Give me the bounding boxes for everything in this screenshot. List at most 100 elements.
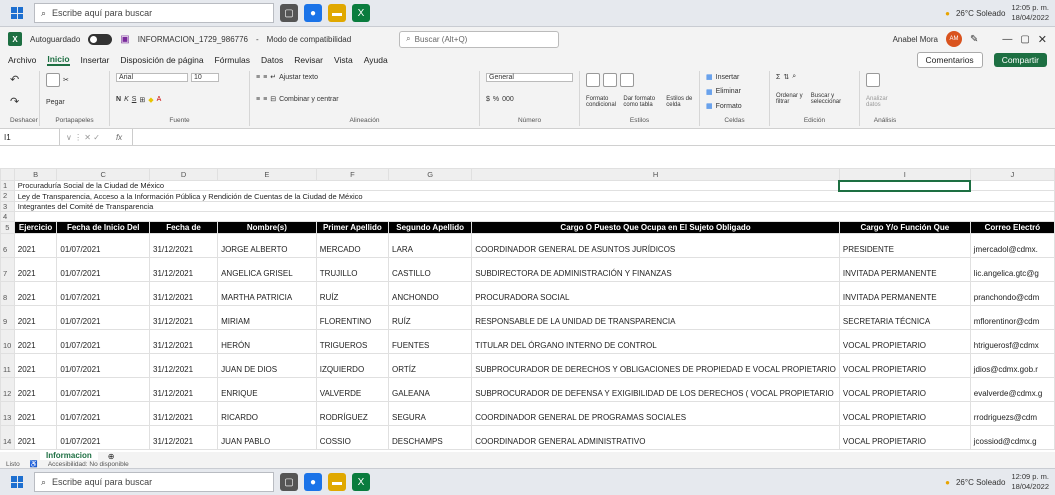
excel-taskbar-icon[interactable]: X: [352, 473, 370, 491]
table-cell[interactable]: 31/12/2021: [148, 400, 219, 426]
table-cell[interactable]: JORGE ALBERTO: [217, 232, 317, 258]
table-cell[interactable]: 31/12/2021: [148, 376, 219, 402]
compat-mode[interactable]: Modo de compatibilidad: [267, 35, 352, 44]
table-cell[interactable]: 2021: [13, 424, 58, 450]
table-cell[interactable]: 01/07/2021: [56, 424, 150, 450]
row-header[interactable]: 14: [0, 424, 15, 450]
table-cell[interactable]: 01/07/2021: [56, 328, 150, 354]
column-header[interactable]: I: [838, 168, 971, 181]
delete-button[interactable]: ▦ Eliminar: [706, 88, 763, 96]
table-cell[interactable]: COORDINADOR GENERAL DE ASUNTOS JURÍDICOS: [471, 232, 840, 258]
table-cell[interactable]: 31/12/2021: [148, 328, 219, 354]
tab-inicio[interactable]: Inicio: [47, 54, 70, 66]
table-cell[interactable]: TRIGUEROS: [315, 328, 390, 354]
borders-icon[interactable]: ⊞: [139, 96, 145, 104]
table-cell[interactable]: SUBPROCURADOR DE DERECHOS Y OBLIGACIONES…: [471, 352, 840, 378]
selected-cell[interactable]: [838, 179, 972, 192]
column-header[interactable]: E: [217, 168, 317, 181]
tab-datos[interactable]: Datos: [261, 55, 283, 65]
wrap-text-button[interactable]: Ajustar texto: [279, 74, 318, 81]
table-cell[interactable]: INVITADA PERMANENTE: [838, 280, 971, 306]
thousands-icon[interactable]: 000: [502, 96, 514, 103]
table-cell[interactable]: VOCAL PROPIETARIO: [838, 400, 971, 426]
table-cell[interactable]: RUÍZ: [388, 304, 473, 330]
tab-disposicion[interactable]: Disposición de página: [120, 55, 203, 65]
task-view-icon[interactable]: ▢: [280, 473, 298, 491]
table-cell[interactable]: jmercadol@cdmx.: [969, 232, 1055, 258]
minimize-icon[interactable]: —: [1002, 34, 1012, 45]
fx-icon[interactable]: fx: [106, 133, 132, 142]
info-cell[interactable]: Ley de Transparencia, Acceso a la Inform…: [13, 190, 1055, 202]
align-top-icon[interactable]: ≡: [256, 74, 260, 81]
column-header[interactable]: B: [13, 168, 58, 181]
table-cell[interactable]: DESCHAMPS: [388, 424, 473, 450]
column-header[interactable]: F: [315, 168, 390, 181]
table-cell[interactable]: RUÍZ: [315, 280, 390, 306]
table-cell[interactable]: MERCADO: [315, 232, 390, 258]
info-cell[interactable]: Procuraduría Social de la Ciudad de Méxi…: [13, 180, 840, 191]
table-cell[interactable]: SUBDIRECTORA DE ADMINISTRACIÓN Y FINANZA…: [471, 256, 840, 282]
row-header[interactable]: 6: [0, 232, 15, 258]
merge-button[interactable]: Combinar y centrar: [279, 96, 339, 103]
table-cell[interactable]: FUENTES: [388, 328, 473, 354]
undo-icon[interactable]: ↶: [10, 73, 33, 86]
name-box[interactable]: I1: [0, 129, 60, 145]
table-format-icon[interactable]: [603, 73, 617, 87]
font-color-icon[interactable]: A: [157, 96, 162, 103]
row-header[interactable]: 8: [0, 280, 15, 306]
table-cell[interactable]: 01/07/2021: [56, 376, 150, 402]
column-header[interactable]: J: [969, 168, 1055, 181]
file-explorer-icon[interactable]: ▬: [328, 4, 346, 22]
analyze-data-icon[interactable]: [866, 73, 880, 87]
number-format-select[interactable]: General: [486, 73, 573, 82]
chrome-icon[interactable]: ●: [304, 473, 322, 491]
worksheet-grid[interactable]: B C D E F G H I J 1 Procuraduría Social d…: [0, 168, 1055, 451]
column-header[interactable]: D: [148, 168, 219, 181]
table-cell[interactable]: COSSIO: [315, 424, 390, 450]
paste-icon[interactable]: [46, 73, 60, 87]
insert-button[interactable]: ▦ Insertar: [706, 73, 763, 82]
taskbar-search[interactable]: ⌕ Escribe aquí para buscar: [34, 472, 274, 492]
header-cell[interactable]: Fecha de: [148, 220, 219, 234]
clock[interactable]: 12:05 p. m. 18/04/2022: [1011, 3, 1049, 23]
table-cell[interactable]: 01/07/2021: [56, 256, 150, 282]
table-cell[interactable]: mflorentinor@cdm: [969, 304, 1055, 330]
table-cell[interactable]: COORDINADOR GENERAL ADMINISTRATIVO: [471, 424, 840, 450]
underline-icon[interactable]: S: [132, 96, 137, 103]
row-header[interactable]: 3: [0, 200, 15, 212]
cell-styles-icon[interactable]: [620, 73, 634, 87]
align-left-icon[interactable]: ≡: [256, 96, 260, 103]
table-cell[interactable]: PROCURADORA SOCIAL: [471, 280, 840, 306]
table-cell[interactable]: GALEANA: [388, 376, 473, 402]
row-header[interactable]: 7: [0, 256, 15, 282]
table-cell[interactable]: VALVERDE: [315, 376, 390, 402]
table-cell[interactable]: INVITADA PERMANENTE: [838, 256, 971, 282]
table-cell[interactable]: 2021: [13, 280, 58, 306]
row-header[interactable]: 9: [0, 304, 15, 330]
tab-formulas[interactable]: Fórmulas: [215, 55, 250, 65]
pen-icon[interactable]: ✎: [970, 34, 978, 45]
row-header[interactable]: 2: [0, 190, 15, 202]
header-cell[interactable]: Correo Electró: [969, 220, 1055, 234]
table-cell[interactable]: CASTILLO: [388, 256, 473, 282]
table-cell[interactable]: VOCAL PROPIETARIO: [838, 424, 971, 450]
tab-ayuda[interactable]: Ayuda: [364, 55, 388, 65]
header-cell[interactable]: Segundo Apellido: [388, 220, 473, 234]
table-cell[interactable]: rrodriguezs@cdm: [969, 400, 1055, 426]
table-cell[interactable]: pranchondo@cdm: [969, 280, 1055, 306]
accessibility-icon[interactable]: ♿: [30, 460, 38, 468]
find-icon[interactable]: ⌕: [792, 73, 796, 81]
info-cell[interactable]: Integrantes del Comité de Transparencia: [13, 200, 1055, 212]
row-header[interactable]: 5: [0, 220, 15, 234]
table-cell[interactable]: evalverde@cdmx.g: [969, 376, 1055, 402]
table-cell[interactable]: 31/12/2021: [148, 256, 219, 282]
row-header[interactable]: 10: [0, 328, 15, 354]
comments-button[interactable]: Comentarios: [916, 52, 983, 68]
chrome-icon[interactable]: ●: [304, 4, 322, 22]
start-button[interactable]: [6, 472, 28, 492]
header-cell[interactable]: Cargo Y/o Función Que: [838, 220, 971, 234]
table-cell[interactable]: ORTÍZ: [388, 352, 473, 378]
header-cell[interactable]: Ejercicio: [13, 220, 58, 234]
autosave-toggle[interactable]: [88, 33, 113, 45]
tab-insertar[interactable]: Insertar: [81, 55, 110, 65]
